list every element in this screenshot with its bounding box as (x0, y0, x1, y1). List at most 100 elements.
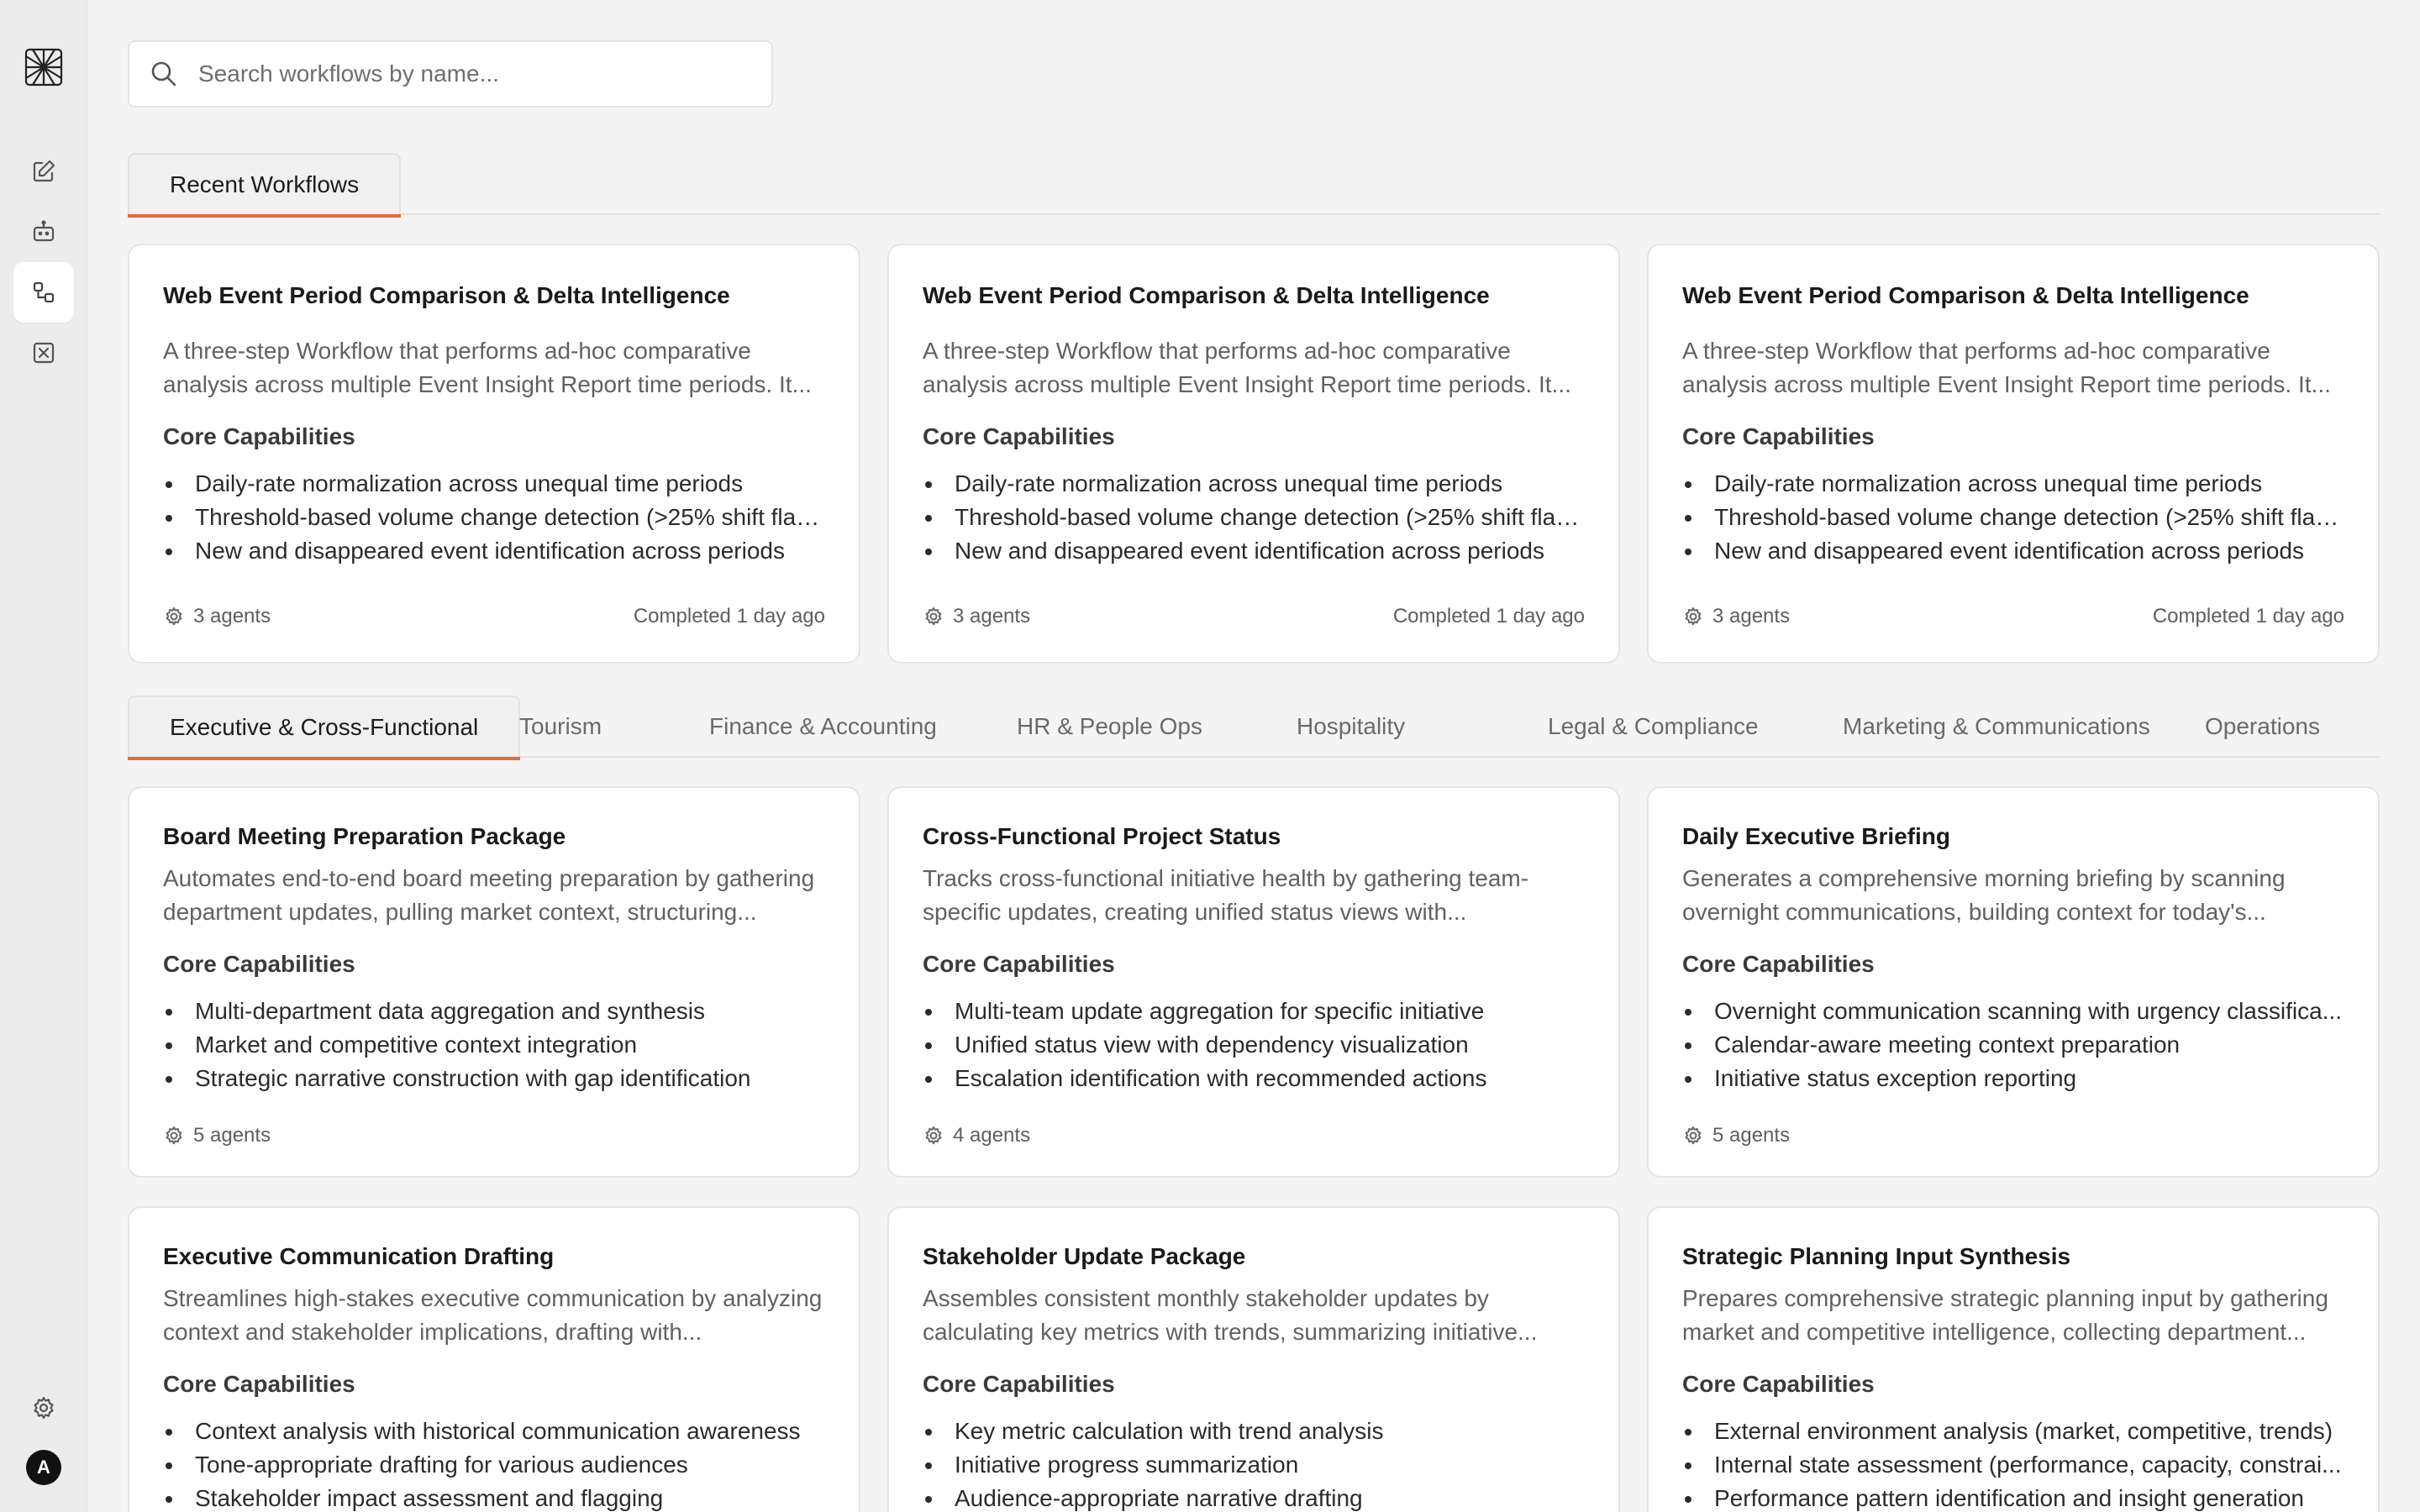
capability-item: Multi-department data aggregation and sy… (163, 995, 825, 1028)
capability-item: Tone-appropriate drafting for various au… (163, 1448, 825, 1482)
capabilities-list: Multi-department data aggregation and sy… (163, 995, 825, 1095)
capability-item: New and disappeared event identification… (163, 534, 825, 568)
capabilities-heading: Core Capabilities (163, 1371, 355, 1397)
agent-gear-icon (1682, 606, 1712, 627)
tab-category[interactable]: HR & People Ops (990, 696, 1229, 758)
card-title: Stakeholder Update Package (923, 1243, 1246, 1269)
card-title: Board Meeting Preparation Package (163, 823, 566, 849)
workflow-card[interactable]: Cross-Functional Project Status Tracks cr… (887, 786, 1620, 1178)
card-footer: 5 agents (1682, 1124, 2344, 1147)
capabilities-heading: Core Capabilities (163, 423, 355, 449)
capability-item: Performance pattern identification and i… (1682, 1482, 2344, 1512)
workflow-card[interactable]: Web Event Period Comparison & Delta Inte… (887, 244, 1620, 664)
agent-gear-icon (163, 1125, 193, 1147)
agents-label: 4 agents (953, 1124, 1031, 1147)
capability-item: Internal state assessment (performance, … (1682, 1448, 2344, 1482)
capability-item: Threshold-based volume change detection … (163, 501, 825, 534)
card-title: Cross-Functional Project Status (923, 823, 1281, 849)
capabilities-heading: Core Capabilities (1682, 951, 1875, 977)
main-content: Recent Workflows Web Event Period Compar… (128, 0, 2380, 1512)
agents-label: 5 agents (1712, 1124, 1791, 1147)
workflow-card[interactable]: Executive Communication Drafting Streamli… (128, 1206, 860, 1512)
capabilities-heading: Core Capabilities (163, 951, 355, 977)
agents-label: 3 agents (1712, 605, 1791, 627)
capability-item: New and disappeared event identification… (923, 534, 1585, 568)
capabilities-list: Overnight communication scanning with ur… (1682, 995, 2344, 1095)
capabilities-heading: Core Capabilities (923, 951, 1115, 977)
category-tabbar: Executive & Cross-Functional Tourism Finan… (128, 696, 2380, 760)
completion-status: Completed 1 day ago (633, 605, 825, 627)
workflow-card[interactable]: Web Event Period Comparison & Delta Inte… (1647, 244, 2380, 664)
agents-label: 5 agents (193, 1124, 271, 1147)
workflow-card[interactable]: Stakeholder Update Package Assembles cons… (887, 1206, 1620, 1512)
agents-label: 3 agents (953, 605, 1031, 627)
agents-count: 3 agents (1682, 605, 1790, 628)
capability-item: Daily-rate normalization across unequal … (1682, 467, 2344, 501)
workflow-card[interactable]: Board Meeting Preparation Package Automat… (128, 786, 860, 1178)
workflow-card[interactable]: Daily Executive Briefing Generates a comp… (1647, 786, 2380, 1178)
capabilities-list: Context analysis with historical communi… (163, 1415, 825, 1512)
agent-gear-icon (923, 1125, 953, 1147)
capability-item: Stakeholder impact assessment and flaggi… (163, 1482, 825, 1512)
card-title: Daily Executive Briefing (1682, 823, 1951, 849)
logo-icon[interactable] (13, 37, 74, 97)
tab-category[interactable]: Operations (2178, 696, 2347, 758)
capabilities-list: Multi-team update aggregation for specif… (923, 995, 1585, 1095)
completion-status: Completed 1 day ago (1392, 605, 1585, 627)
capability-item: Unified status view with dependency visu… (923, 1028, 1585, 1062)
workflow-card[interactable]: Strategic Planning Input Synthesis Prepar… (1647, 1206, 2380, 1512)
capabilities-list: Key metric calculation with trend analys… (923, 1415, 1585, 1512)
card-description: A three-step Workflow that performs ad-h… (923, 338, 1571, 397)
tab-recent-workflows[interactable]: Recent Workflows (128, 153, 402, 218)
capabilities-heading: Core Capabilities (1682, 423, 1875, 449)
tab-category[interactable]: Tourism (492, 696, 629, 758)
capability-item: Context analysis with historical communi… (163, 1415, 825, 1448)
search-icon (151, 61, 176, 87)
agents-count: 5 agents (163, 1124, 271, 1147)
robot-icon[interactable] (13, 202, 74, 262)
capability-item: Multi-team update aggregation for specif… (923, 995, 1585, 1028)
card-description: Prepares comprehensive strategic plannin… (1682, 1285, 2328, 1345)
tab-category[interactable]: Finance & Accounting (682, 696, 964, 758)
card-footer: 5 agents (163, 1124, 825, 1147)
card-description: Automates end-to-end board meeting prepa… (163, 865, 815, 925)
agents-count: 5 agents (1682, 1124, 1790, 1147)
search-box[interactable] (128, 40, 773, 108)
workflow-icon[interactable] (13, 262, 74, 323)
capability-item: Strategic narrative construction with ga… (163, 1062, 825, 1095)
capability-item: Escalation identification with recommend… (923, 1062, 1585, 1095)
tab-category[interactable]: Marketing & Communications (1816, 696, 2177, 758)
tab-category[interactable]: Hospitality (1270, 696, 1432, 758)
agent-gear-icon (163, 606, 193, 627)
search-input[interactable] (198, 60, 736, 87)
edit-icon[interactable] (13, 141, 74, 202)
capability-item: Threshold-based volume change detection … (1682, 501, 2344, 534)
capability-item: New and disappeared event identification… (1682, 534, 2344, 568)
tab-category[interactable]: Legal & Compliance (1521, 696, 1786, 758)
agents-count: 3 agents (163, 605, 271, 628)
card-description: Assembles consistent monthly stakeholder… (923, 1285, 1538, 1345)
card-title: Executive Communication Drafting (163, 1243, 555, 1269)
settings-icon[interactable] (13, 1378, 74, 1438)
card-title: Strategic Planning Input Synthesis (1682, 1243, 2071, 1269)
card-description: Streamlines high-stakes executive commun… (163, 1285, 823, 1345)
agents-count: 4 agents (923, 1124, 1030, 1147)
capability-item: Overnight communication scanning with ur… (1682, 995, 2344, 1028)
workflow-card[interactable]: Web Event Period Comparison & Delta Inte… (128, 244, 860, 664)
tab-category[interactable]: Executive & Cross-Functional (128, 696, 521, 760)
capabilities-heading: Core Capabilities (923, 423, 1115, 449)
sidebar: A (0, 0, 87, 1512)
close-box-icon[interactable] (13, 323, 74, 383)
card-description: A three-step Workflow that performs ad-h… (1682, 338, 2331, 397)
card-footer: 4 agents (923, 1124, 1585, 1147)
card-title: Web Event Period Comparison & Delta Inte… (923, 282, 1490, 308)
capabilities-list: Daily-rate normalization across unequal … (1682, 467, 2344, 568)
capabilities-list: Daily-rate normalization across unequal … (923, 467, 1585, 568)
capability-item: Market and competitive context integrati… (163, 1028, 825, 1062)
capability-item: Initiative status exception reporting (1682, 1062, 2344, 1095)
capability-item: External environment analysis (market, c… (1682, 1415, 2344, 1448)
card-footer: 3 agents Completed 1 day ago (163, 605, 825, 628)
capability-item: Key metric calculation with trend analys… (923, 1415, 1585, 1448)
capabilities-list: Daily-rate normalization across unequal … (163, 467, 825, 568)
avatar[interactable]: A (26, 1450, 61, 1485)
